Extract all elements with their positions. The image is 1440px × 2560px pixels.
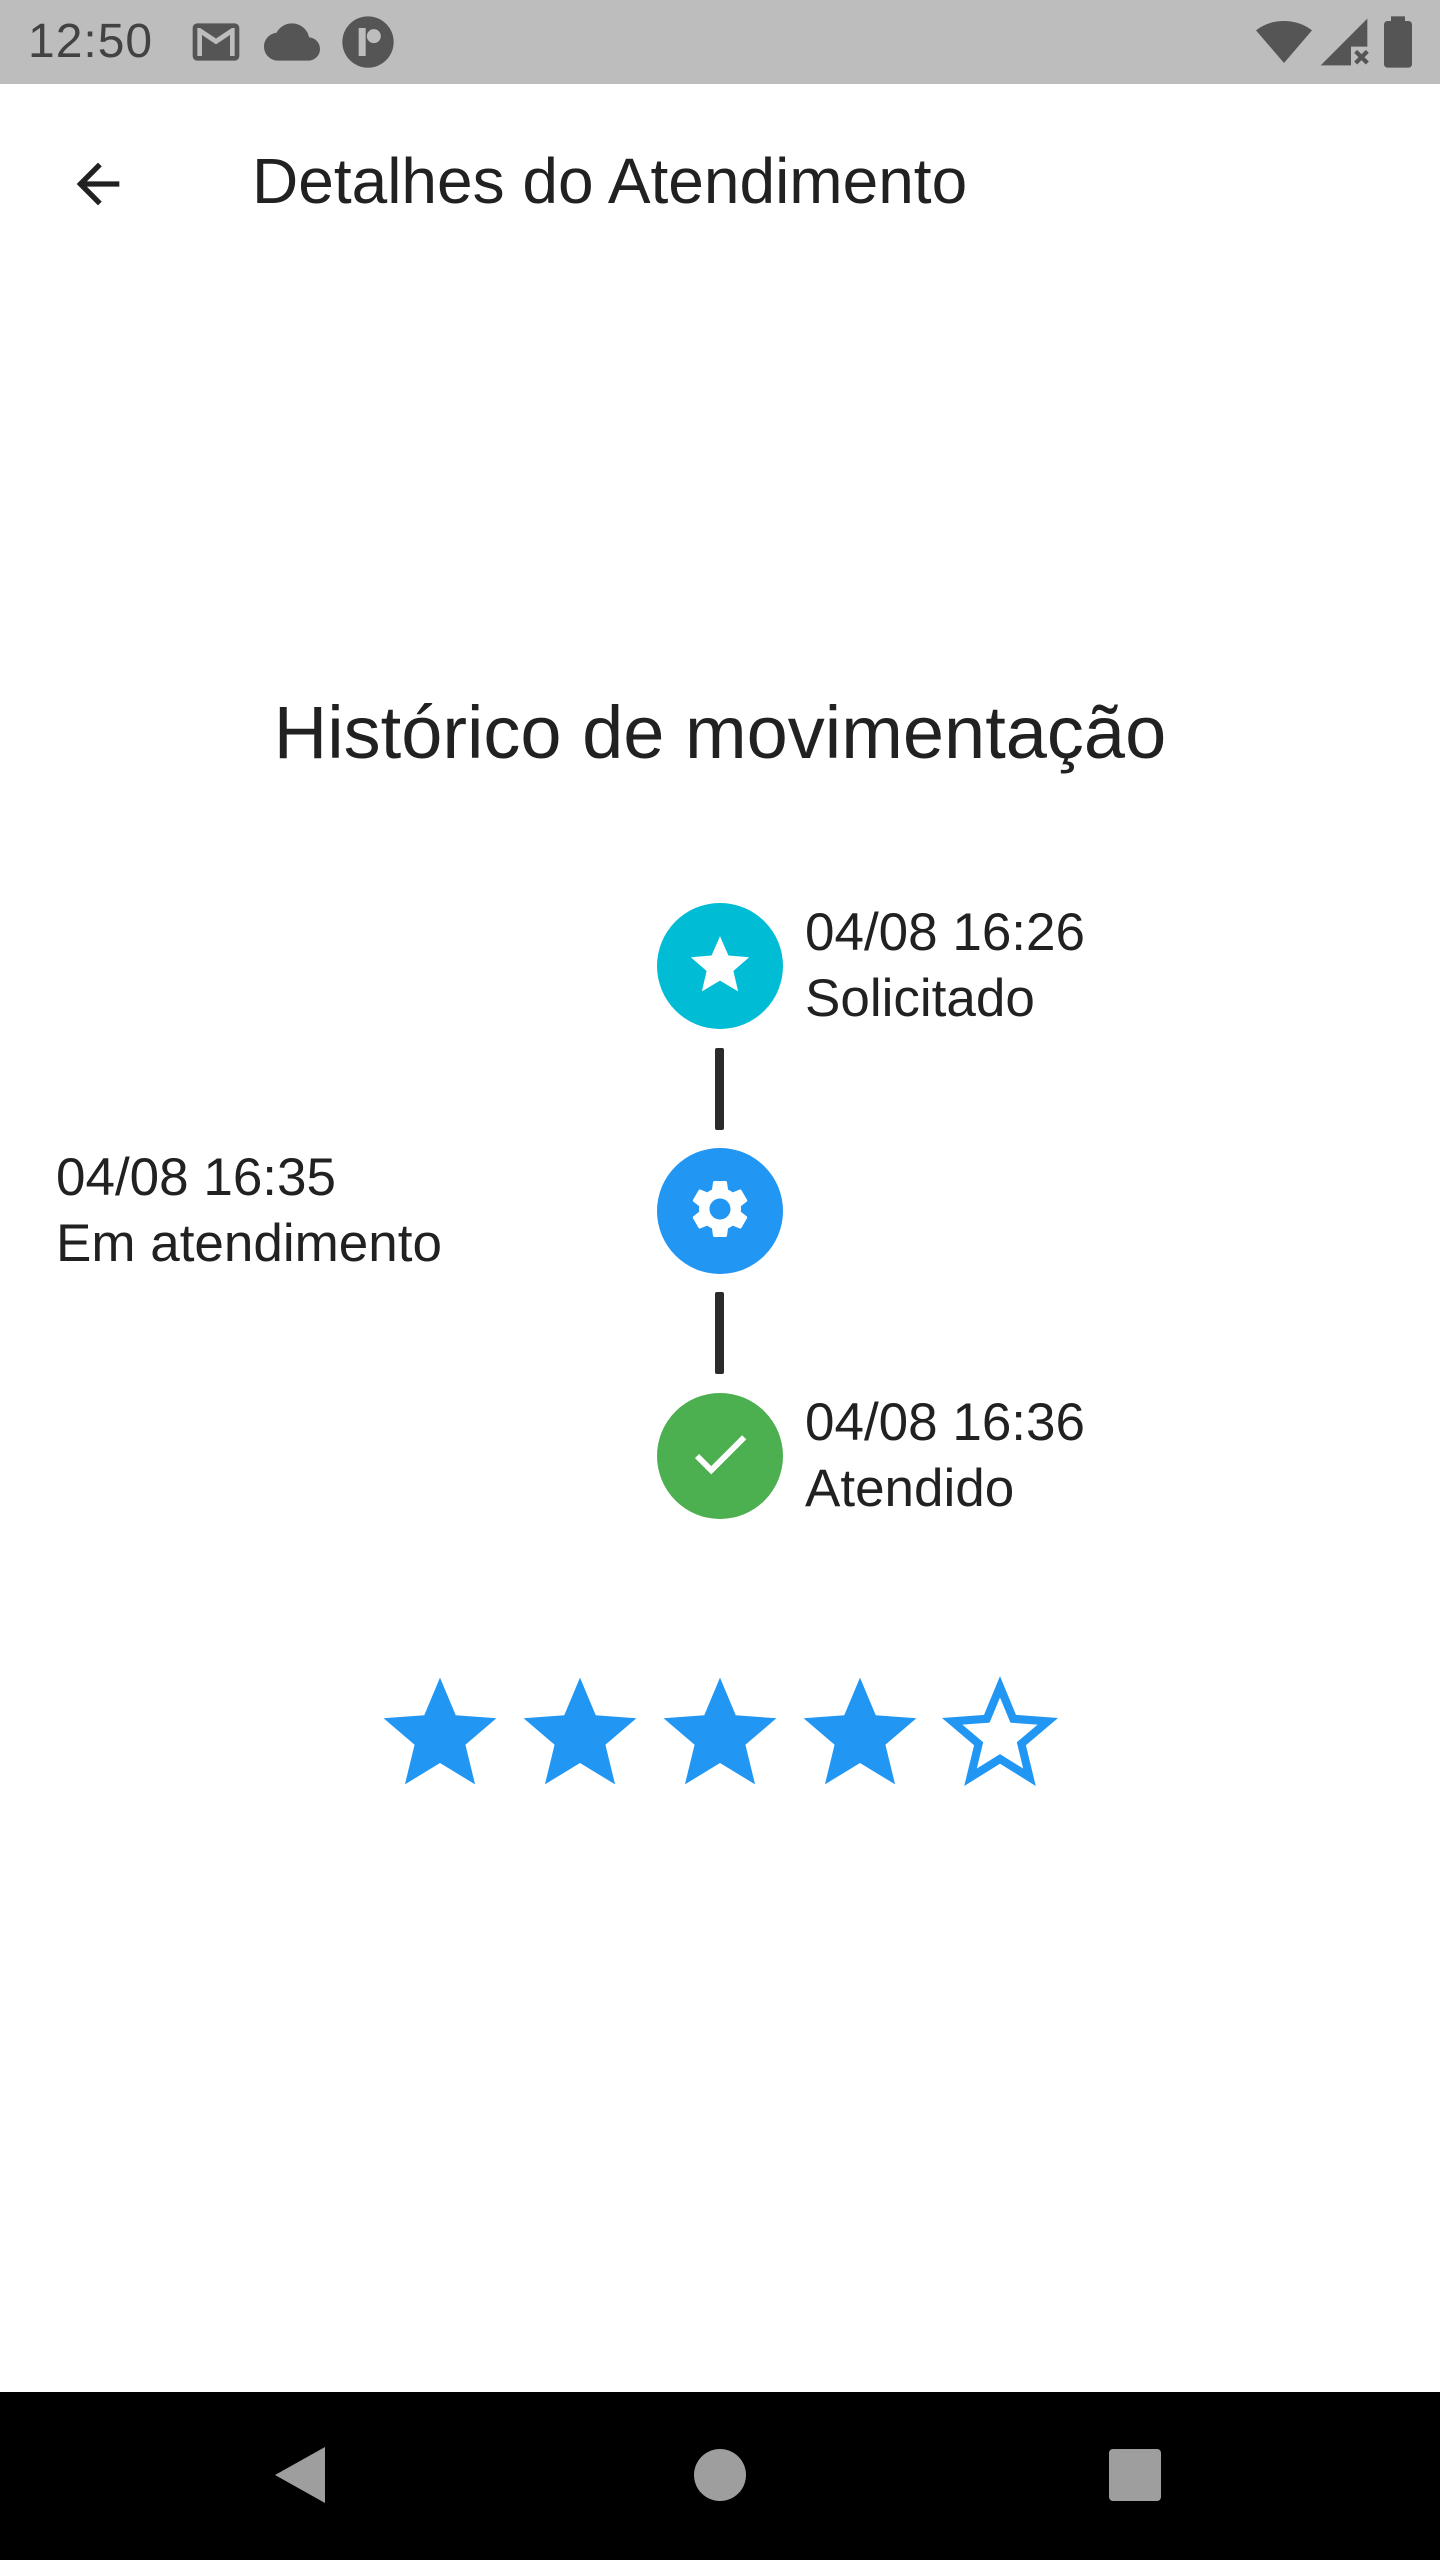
screen: 12:50 Detalhes do Atendimento Histórico: [0, 0, 1440, 2560]
timeline-connector: [715, 1048, 724, 1130]
battery-icon: [1378, 14, 1418, 70]
star-filled-icon: [799, 1670, 921, 1792]
timeline-event-1-datetime: 04/08 16:26: [805, 903, 1085, 962]
timeline-event-2-datetime: 04/08 16:35: [56, 1148, 336, 1207]
back-triangle-icon: [269, 2443, 329, 2512]
timeline-node-em-atendimento: [657, 1148, 783, 1274]
star-icon: [685, 929, 755, 1004]
page-title: Detalhes do Atendimento: [252, 145, 968, 217]
app-bar: Detalhes do Atendimento: [0, 84, 1440, 280]
timeline-event-1-status: Solicitado: [805, 969, 1035, 1028]
nav-back-button[interactable]: [254, 2432, 344, 2522]
navigation-bar: [0, 2392, 1440, 2560]
star-outline-icon: [939, 1670, 1061, 1792]
wifi-icon: [1256, 14, 1312, 70]
gmail-icon: [188, 14, 244, 70]
rating-star-4[interactable]: [799, 1670, 921, 1792]
rating-star-5[interactable]: [939, 1670, 1061, 1792]
app-notification-icon: [340, 14, 396, 70]
timeline-event-3-status: Atendido: [805, 1459, 1015, 1518]
back-button[interactable]: [52, 140, 144, 232]
timeline-event-3-text: 04/08 16:36 Atendido: [805, 1390, 1085, 1522]
timeline-event-1-text: 04/08 16:26 Solicitado: [805, 900, 1085, 1032]
cloud-icon: [264, 14, 320, 70]
arrow-back-icon: [66, 152, 130, 221]
gear-icon: [685, 1174, 755, 1249]
star-filled-icon: [659, 1670, 781, 1792]
timeline-node-atendido: [657, 1393, 783, 1519]
star-filled-icon: [519, 1670, 641, 1792]
star-filled-icon: [379, 1670, 501, 1792]
timeline-event-2-text: 04/08 16:35 Em atendimento: [56, 1145, 442, 1277]
timeline-event-2-status: Em atendimento: [56, 1214, 442, 1273]
cell-signal-icon: [1316, 14, 1372, 70]
timeline-connector: [715, 1292, 724, 1374]
status-bar: 12:50: [0, 0, 1440, 84]
history-title: Histórico de movimentação: [273, 691, 1167, 774]
rating-star-2[interactable]: [519, 1670, 641, 1792]
rating-star-3[interactable]: [659, 1670, 781, 1792]
timeline-node-solicitado: [657, 903, 783, 1029]
nav-home-button[interactable]: [675, 2432, 765, 2522]
rating-bar: [0, 1670, 1440, 1800]
nav-recents-button[interactable]: [1090, 2432, 1180, 2522]
home-circle-icon: [692, 2447, 748, 2508]
rating-star-1[interactable]: [379, 1670, 501, 1792]
status-time: 12:50: [28, 15, 154, 68]
check-icon: [685, 1419, 755, 1494]
recents-square-icon: [1107, 2447, 1163, 2508]
timeline-event-3-datetime: 04/08 16:36: [805, 1393, 1085, 1452]
